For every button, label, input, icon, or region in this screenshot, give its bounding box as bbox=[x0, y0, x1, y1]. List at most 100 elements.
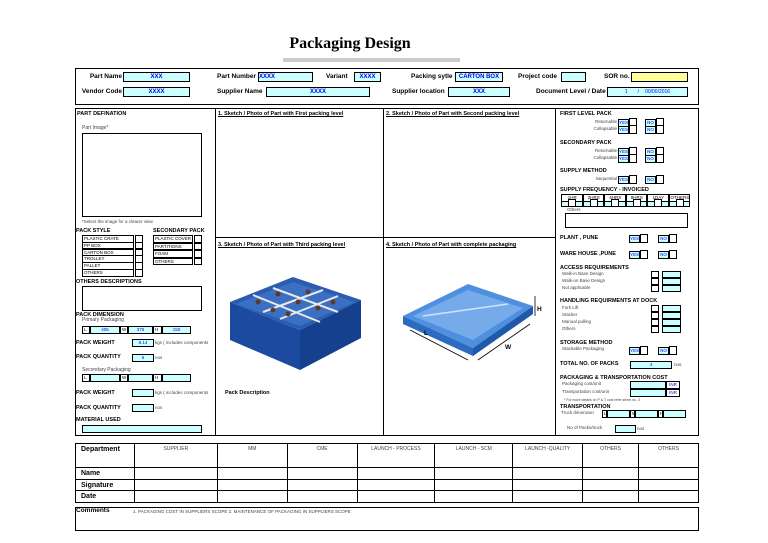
handling-checkbox[interactable] bbox=[651, 326, 659, 333]
access-checkbox[interactable] bbox=[651, 271, 659, 278]
secondary-pack-checkbox[interactable] bbox=[194, 257, 202, 265]
plant-no[interactable]: NO bbox=[658, 235, 669, 243]
handling-checkbox[interactable] bbox=[651, 319, 659, 326]
packaging-cost-field[interactable] bbox=[630, 381, 666, 389]
signoff-cell[interactable] bbox=[133, 467, 218, 480]
pack-quantity-field-2[interactable] bbox=[132, 404, 154, 412]
handling-field[interactable] bbox=[662, 305, 681, 312]
access-checkbox[interactable] bbox=[651, 285, 659, 292]
first-collapsable-yes-checkbox[interactable] bbox=[629, 125, 637, 134]
frequency-checkbox[interactable] bbox=[654, 199, 662, 207]
secondary-pack-checkbox[interactable] bbox=[194, 250, 202, 258]
others-box[interactable] bbox=[565, 213, 688, 228]
handling-checkbox[interactable] bbox=[651, 312, 659, 319]
material-used-field[interactable] bbox=[82, 425, 202, 433]
pack-weight-field-2[interactable] bbox=[132, 389, 154, 397]
sequential-no-checkbox[interactable] bbox=[656, 175, 664, 184]
signoff-cell[interactable] bbox=[512, 479, 584, 491]
signoff-cell[interactable] bbox=[582, 479, 640, 491]
first-collapsable-yes[interactable]: YES bbox=[618, 126, 629, 134]
signoff-cell[interactable] bbox=[356, 479, 436, 491]
variant-field[interactable]: XXXX bbox=[354, 72, 381, 82]
pack-weight-field[interactable]: 8.14 bbox=[132, 339, 154, 347]
supplier-location-field[interactable]: XXX bbox=[448, 87, 510, 97]
signoff-cell[interactable] bbox=[512, 490, 584, 503]
handling-field[interactable] bbox=[662, 319, 681, 326]
signoff-cell[interactable] bbox=[286, 490, 358, 503]
access-field[interactable] bbox=[662, 271, 681, 278]
sequential-yes[interactable]: YES bbox=[618, 176, 629, 184]
first-collapsable-no[interactable]: NO bbox=[645, 126, 656, 134]
warehouse-yes[interactable]: YES bbox=[629, 251, 640, 259]
signoff-cell[interactable] bbox=[582, 490, 640, 503]
secondary-collapsable-yes-checkbox[interactable] bbox=[629, 154, 637, 163]
plant-no-checkbox[interactable] bbox=[669, 234, 677, 243]
signoff-cell[interactable] bbox=[216, 479, 288, 491]
truck-w-field[interactable] bbox=[635, 410, 658, 418]
sor-field[interactable] bbox=[631, 72, 688, 82]
signoff-cell[interactable] bbox=[216, 490, 288, 503]
handling-field[interactable] bbox=[662, 312, 681, 319]
sequential-no[interactable]: NO bbox=[645, 176, 656, 184]
length-field[interactable]: 405 bbox=[90, 326, 120, 334]
secondary-pack-checkbox[interactable] bbox=[194, 235, 202, 243]
plant-yes[interactable]: YES bbox=[629, 235, 640, 243]
supplier-name-field[interactable]: XXXX bbox=[266, 87, 370, 97]
handling-checkbox[interactable] bbox=[651, 305, 659, 312]
handling-field[interactable] bbox=[662, 326, 681, 333]
warehouse-no[interactable]: NO bbox=[658, 251, 669, 259]
access-field[interactable] bbox=[662, 285, 681, 292]
frequency-checkbox[interactable] bbox=[675, 199, 684, 207]
frequency-checkbox[interactable] bbox=[589, 199, 598, 207]
height-field-2[interactable] bbox=[162, 374, 191, 382]
signoff-cell[interactable] bbox=[434, 479, 514, 491]
signoff-cell[interactable] bbox=[512, 467, 584, 480]
part-number-field[interactable]: XXXX bbox=[258, 72, 313, 82]
secondary-collapsable-no-checkbox[interactable] bbox=[656, 154, 664, 163]
signoff-cell[interactable] bbox=[434, 467, 514, 480]
signoff-cell[interactable] bbox=[133, 490, 218, 503]
project-code-field[interactable] bbox=[561, 72, 586, 82]
stackable-no[interactable]: NO bbox=[658, 347, 669, 355]
width-field-2[interactable] bbox=[128, 374, 153, 382]
width-field[interactable]: 375 bbox=[128, 326, 153, 334]
part-name-field[interactable]: XXX bbox=[123, 72, 190, 82]
access-field[interactable] bbox=[662, 278, 681, 285]
transportation-cost-field[interactable] bbox=[630, 389, 666, 397]
sequential-yes-checkbox[interactable] bbox=[629, 175, 637, 184]
signoff-cell[interactable] bbox=[286, 479, 358, 491]
secondary-pack-checkbox[interactable] bbox=[194, 242, 202, 250]
first-collapsable-no-checkbox[interactable] bbox=[656, 125, 664, 134]
total-packs-field[interactable]: 4 bbox=[630, 361, 672, 369]
height-field[interactable]: 150 bbox=[162, 326, 191, 334]
signoff-cell[interactable] bbox=[356, 467, 436, 480]
vendor-code-field[interactable]: XXXX bbox=[123, 87, 190, 97]
truck-l-field[interactable] bbox=[607, 410, 630, 418]
part-image-box[interactable] bbox=[82, 133, 202, 217]
warehouse-yes-checkbox[interactable] bbox=[640, 250, 648, 259]
frequency-checkbox[interactable] bbox=[568, 199, 576, 207]
pack-quantity-field[interactable]: 6 bbox=[132, 354, 154, 362]
signoff-cell[interactable] bbox=[582, 467, 640, 480]
others-descriptions-box[interactable] bbox=[82, 286, 202, 311]
packs-per-truck-field[interactable] bbox=[615, 425, 636, 433]
signoff-cell[interactable] bbox=[638, 479, 699, 491]
frequency-checkbox[interactable] bbox=[611, 199, 619, 207]
frequency-checkbox[interactable] bbox=[632, 199, 641, 207]
signoff-cell[interactable] bbox=[133, 479, 218, 491]
warehouse-no-checkbox[interactable] bbox=[669, 250, 677, 259]
secondary-collapsable-yes[interactable]: YES bbox=[618, 155, 629, 163]
signoff-cell[interactable] bbox=[638, 467, 699, 480]
stackable-no-checkbox[interactable] bbox=[669, 346, 677, 355]
access-checkbox[interactable] bbox=[651, 278, 659, 285]
stackable-yes[interactable]: YES bbox=[629, 347, 640, 355]
length-field-2[interactable] bbox=[90, 374, 120, 382]
signoff-cell[interactable] bbox=[286, 467, 358, 480]
packing-style-field[interactable]: CARTON BOX bbox=[455, 72, 503, 82]
signoff-cell[interactable] bbox=[216, 467, 288, 480]
stackable-yes-checkbox[interactable] bbox=[640, 346, 648, 355]
secondary-collapsable-no[interactable]: NO bbox=[645, 155, 656, 163]
doc-level-date-field[interactable]: 1 / 00/00/2016 bbox=[607, 87, 688, 97]
signoff-cell[interactable] bbox=[638, 490, 699, 503]
pack-style-checkbox[interactable] bbox=[135, 269, 143, 277]
